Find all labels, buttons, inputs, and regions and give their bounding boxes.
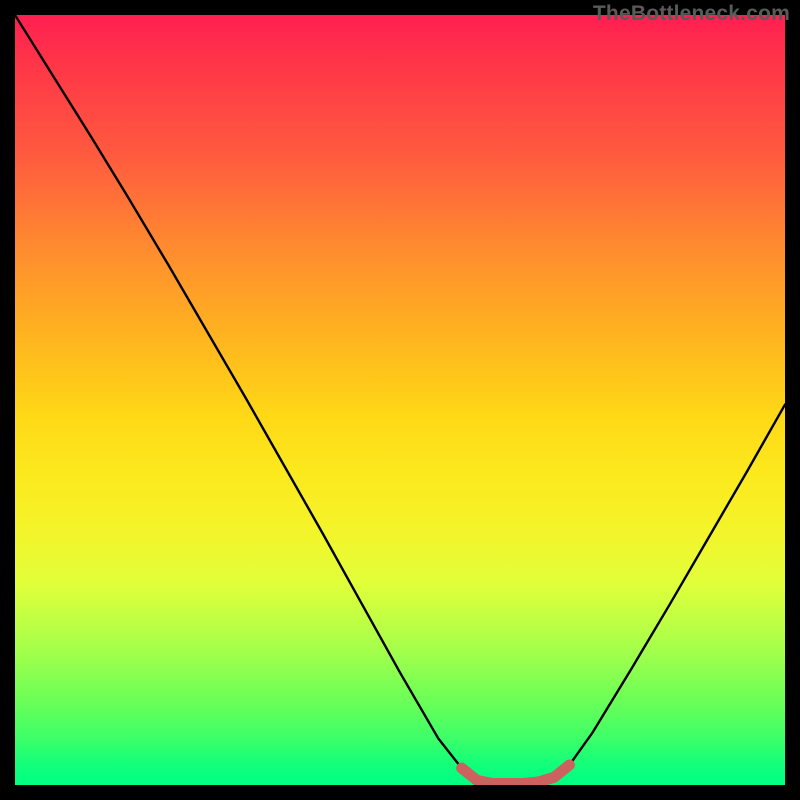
- chart-stage: TheBottleneck.com: [0, 0, 800, 800]
- curve-layer: [15, 15, 785, 785]
- curve: [15, 15, 785, 783]
- flat-region-marker: [462, 765, 570, 783]
- watermark: TheBottleneck.com: [593, 2, 790, 26]
- plot-area: [15, 15, 785, 785]
